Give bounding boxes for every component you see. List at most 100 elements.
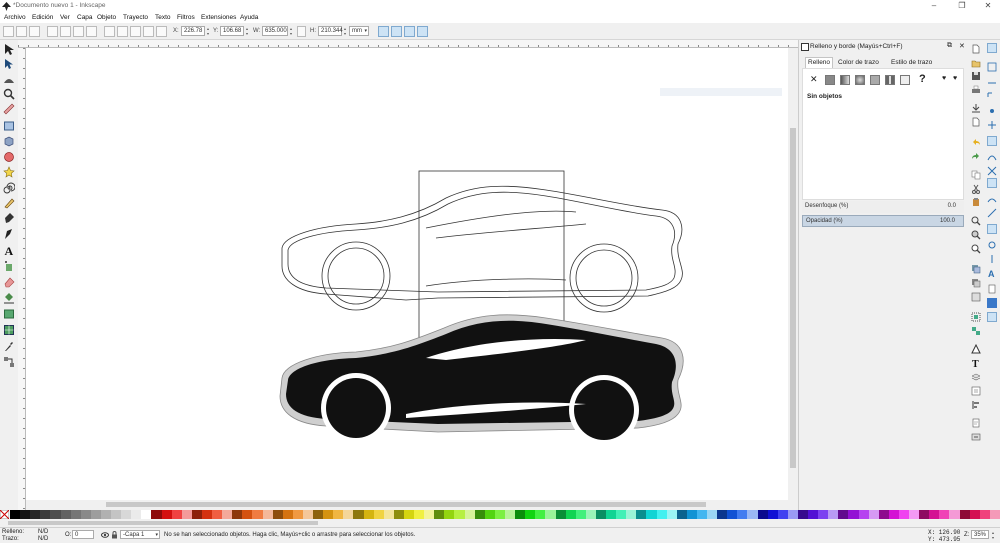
color-swatch[interactable] [585,510,597,519]
swatch-icon[interactable] [900,75,910,85]
color-swatch[interactable] [929,510,940,519]
scroll-thumb[interactable] [106,502,706,507]
opacity-status-field[interactable]: 0 [72,530,94,539]
color-swatch[interactable] [818,510,829,519]
rotate-cw-icon[interactable] [60,26,71,37]
height-field[interactable]: 210.344 [318,26,343,36]
y-field[interactable]: 106.68 [220,26,244,36]
color-swatch[interactable] [50,510,61,519]
horizontal-ruler[interactable] [18,40,798,48]
color-swatch[interactable] [686,510,698,519]
select-all-layers-icon[interactable] [16,26,27,37]
snap-nodes-icon[interactable] [987,136,997,146]
gradient-tool-icon[interactable] [3,308,15,320]
color-swatch[interactable] [454,510,466,519]
menu-filtros[interactable]: Filtros [177,14,195,21]
color-swatch[interactable] [343,510,354,519]
eraser-tool-icon[interactable] [3,276,15,288]
snap-bbox-icon[interactable] [987,62,997,72]
dropper-tool-icon[interactable] [3,340,15,352]
preferences-icon[interactable] [971,432,981,442]
lower-icon[interactable] [130,26,141,37]
radial-gradient-icon[interactable] [855,75,865,85]
color-swatch[interactable] [464,510,476,519]
color-swatch[interactable] [646,510,658,519]
x-spin[interactable]: ▴ ▾ [205,26,211,36]
mesh-tool-icon[interactable] [3,324,15,336]
duplicate-icon[interactable] [971,264,981,274]
menu-archivo[interactable]: Archivo [4,14,26,21]
fill-indicator-value[interactable]: N/D [38,529,48,535]
tweak-tool-icon[interactable] [3,73,15,85]
width-spin[interactable]: ▴ ▾ [288,26,294,36]
document-properties-icon[interactable] [971,418,981,428]
color-swatch[interactable] [80,510,92,519]
paste-icon[interactable] [971,197,981,207]
selector-tool-icon[interactable] [3,43,15,55]
color-swatch[interactable] [575,510,587,519]
color-swatch[interactable] [373,510,385,519]
color-swatch[interactable] [737,510,748,519]
tab-estilo-trazo[interactable]: Estilo de trazo [891,59,932,66]
color-swatch[interactable] [636,510,647,519]
print-icon[interactable] [971,85,981,95]
color-swatch[interactable] [302,510,314,519]
color-swatch[interactable] [313,510,324,519]
snap-paths-icon[interactable] [987,152,997,162]
color-swatch[interactable] [181,510,193,519]
drawing-canvas[interactable] [26,48,788,500]
flip-horizontal-icon[interactable] [73,26,84,37]
zoom-field[interactable]: 35% [971,530,989,539]
select-all-icon[interactable] [3,26,14,37]
dock-float-icon[interactable]: ⧉ [947,42,952,50]
raise-icon[interactable] [117,26,128,37]
layer-visibility-icon[interactable] [101,531,109,539]
move-gradients-icon[interactable] [404,26,415,37]
layer-select[interactable]: -Capa 1 ▾ [120,530,160,539]
blur-control[interactable]: Desenfoque (%) 0.0 [802,201,964,213]
color-swatch[interactable] [717,510,728,519]
snap-guides-icon[interactable] [987,312,997,322]
mesh-gradient-icon[interactable] [870,75,880,85]
vertical-ruler[interactable] [18,48,26,510]
color-swatch[interactable] [242,510,253,519]
zoom-selection-icon[interactable] [971,216,981,226]
no-paint-icon[interactable]: ✕ [810,74,818,85]
color-swatch[interactable] [282,510,294,519]
color-swatch[interactable] [40,510,51,519]
color-swatch[interactable] [555,510,567,519]
connector-tool-icon[interactable] [3,356,15,368]
measure-tool-icon[interactable] [3,103,15,115]
color-swatch[interactable] [30,510,41,519]
snap-intersections-icon[interactable] [987,166,997,176]
snap-bbox-center-icon[interactable] [987,120,997,130]
color-swatch[interactable] [969,510,981,519]
color-swatch[interactable] [191,510,203,519]
palette-scrollbar[interactable] [0,519,1000,527]
color-swatch[interactable] [494,510,506,519]
color-swatch[interactable] [141,510,152,519]
color-swatch[interactable] [10,510,21,519]
color-swatch[interactable] [525,510,536,519]
color-swatch[interactable] [515,510,526,519]
canvas-vertical-scrollbar[interactable] [788,48,798,500]
snap-text-baseline-icon[interactable]: A [987,268,997,278]
color-swatch[interactable] [767,510,779,519]
linear-gradient-icon[interactable] [840,75,850,85]
color-swatch[interactable] [909,510,920,519]
color-swatch[interactable] [898,510,910,519]
color-swatch[interactable] [606,510,617,519]
layers-icon[interactable] [971,372,981,382]
align-icon[interactable] [156,26,167,37]
snap-others-icon[interactable] [987,224,997,234]
tab-relleno[interactable]: Relleno [808,59,830,66]
color-swatch[interactable] [757,510,769,519]
color-swatch[interactable] [60,510,72,519]
layer-lock-icon[interactable] [111,531,118,539]
deselect-icon[interactable] [29,26,40,37]
scroll-thumb[interactable] [8,521,318,525]
color-swatch[interactable] [878,510,890,519]
color-swatch[interactable] [868,510,880,519]
export-icon[interactable] [971,117,981,127]
menu-ayuda[interactable]: Ayuda [240,14,258,21]
